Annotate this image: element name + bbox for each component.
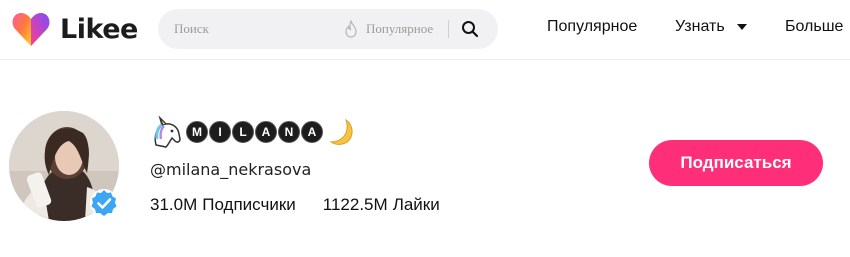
search-icon [462,21,479,38]
nav-learn[interactable]: Узнать [675,18,747,36]
stat-label: Лайки [392,195,440,214]
display-name-letters: M I L A N A [186,121,324,143]
nav-more[interactable]: Больше [785,18,843,36]
stat-likes: 1122.5M Лайки [323,195,440,215]
display-name: M I L A N A [150,114,356,150]
top-header: Likee Поиск Популярное Популярное Узнать… [0,0,850,60]
name-letter: A [255,121,277,143]
name-letter: I [209,121,231,143]
search-input[interactable]: Поиск [174,21,209,37]
username: @milana_nekrasova [150,160,312,179]
name-letter: L [232,121,254,143]
stat-followers[interactable]: 31.0M Подписчики [150,195,296,215]
verified-badge-icon [90,189,118,217]
profile-stats: 31.0M Подписчики 1122.5M Лайки [150,195,467,215]
follow-button[interactable]: Подписаться [649,140,823,186]
name-letter: M [186,121,208,143]
nav-popular[interactable]: Популярное [547,18,637,36]
logo-text: Likee [60,13,138,45]
nav-learn-label: Узнать [675,18,725,35]
name-letter: A [301,121,323,143]
profile-avatar-wrap [9,111,119,221]
crescent-moon-icon [329,118,353,145]
likee-logo[interactable]: Likee [10,8,138,50]
stat-value: 31.0M [150,195,198,214]
flame-icon [345,20,357,38]
search-trend-label: Популярное [366,21,434,36]
name-letter: N [278,121,300,143]
likee-logo-icon [12,13,50,46]
stat-value: 1122.5M [322,195,388,214]
chevron-down-icon [736,24,747,30]
stat-label: Подписчики [202,195,296,214]
unicorn-icon [154,115,181,148]
search-divider [448,20,449,38]
search-bar[interactable]: Поиск Популярное [158,9,498,49]
search-button[interactable] [456,15,484,43]
